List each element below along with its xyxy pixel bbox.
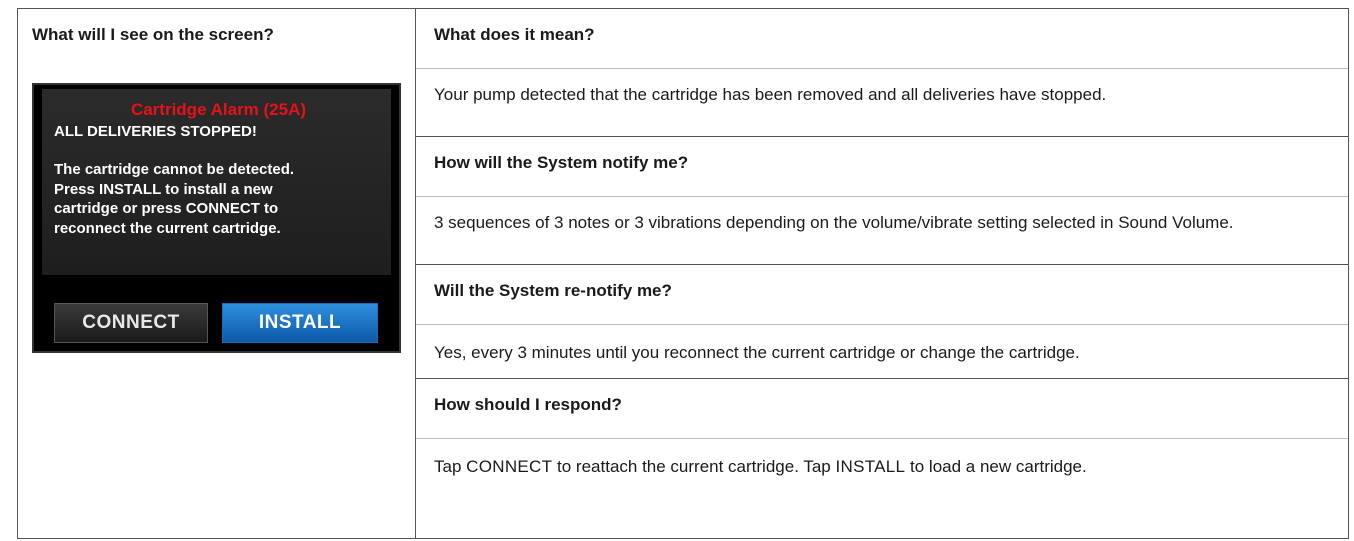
alarm-title: Cartridge Alarm (25A): [130, 100, 307, 119]
answer-text: to reattach the current cartridge. Tap: [552, 457, 836, 476]
screen-column: What will I see on the screen? Cartridge…: [18, 9, 416, 538]
alarm-message: The cartridge cannot be detected. Press …: [54, 161, 295, 237]
answer-text: Tap: [434, 457, 467, 476]
screen-button-row: CONNECT INSTALL: [42, 303, 391, 343]
section-renotify: Will the System re-notify me? Yes, every…: [416, 265, 1348, 379]
connect-button[interactable]: CONNECT: [54, 303, 208, 343]
section-question: How will the System notify me?: [416, 137, 1348, 197]
section-answer: Yes, every 3 minutes until you reconnect…: [434, 343, 1080, 362]
section-question: What does it mean?: [416, 9, 1348, 69]
section-question: Will the System re-notify me?: [416, 265, 1348, 325]
install-keyword: INSTALL: [835, 457, 906, 476]
install-button[interactable]: INSTALL: [222, 303, 378, 343]
connect-keyword: CONNECT: [466, 457, 553, 476]
pump-screen-image: Cartridge Alarm (25A) ALL DELIVERIES STO…: [32, 83, 401, 353]
alarm-message-panel: Cartridge Alarm (25A) ALL DELIVERIES STO…: [42, 89, 391, 275]
section-question: How should I respond?: [416, 379, 1348, 439]
section-answer: 3 sequences of 3 notes or 3 vibrations d…: [434, 213, 1234, 232]
screen-column-header: What will I see on the screen?: [32, 25, 274, 44]
answer-text: to load a new cartridge.: [905, 457, 1087, 476]
section-answer: Tap CONNECT to reattach the current cart…: [416, 439, 1348, 479]
section-respond: How should I respond? Tap CONNECT to rea…: [416, 379, 1348, 538]
section-notify: How will the System notify me? 3 sequenc…: [416, 137, 1348, 265]
alarm-subtitle: ALL DELIVERIES STOPPED!: [54, 123, 257, 140]
section-answer: Your pump detected that the cartridge ha…: [434, 85, 1107, 104]
section-meaning: What does it mean? Your pump detected th…: [416, 9, 1348, 137]
alarm-info-table: What will I see on the screen? Cartridge…: [17, 8, 1349, 539]
info-column: What does it mean? Your pump detected th…: [416, 9, 1348, 538]
